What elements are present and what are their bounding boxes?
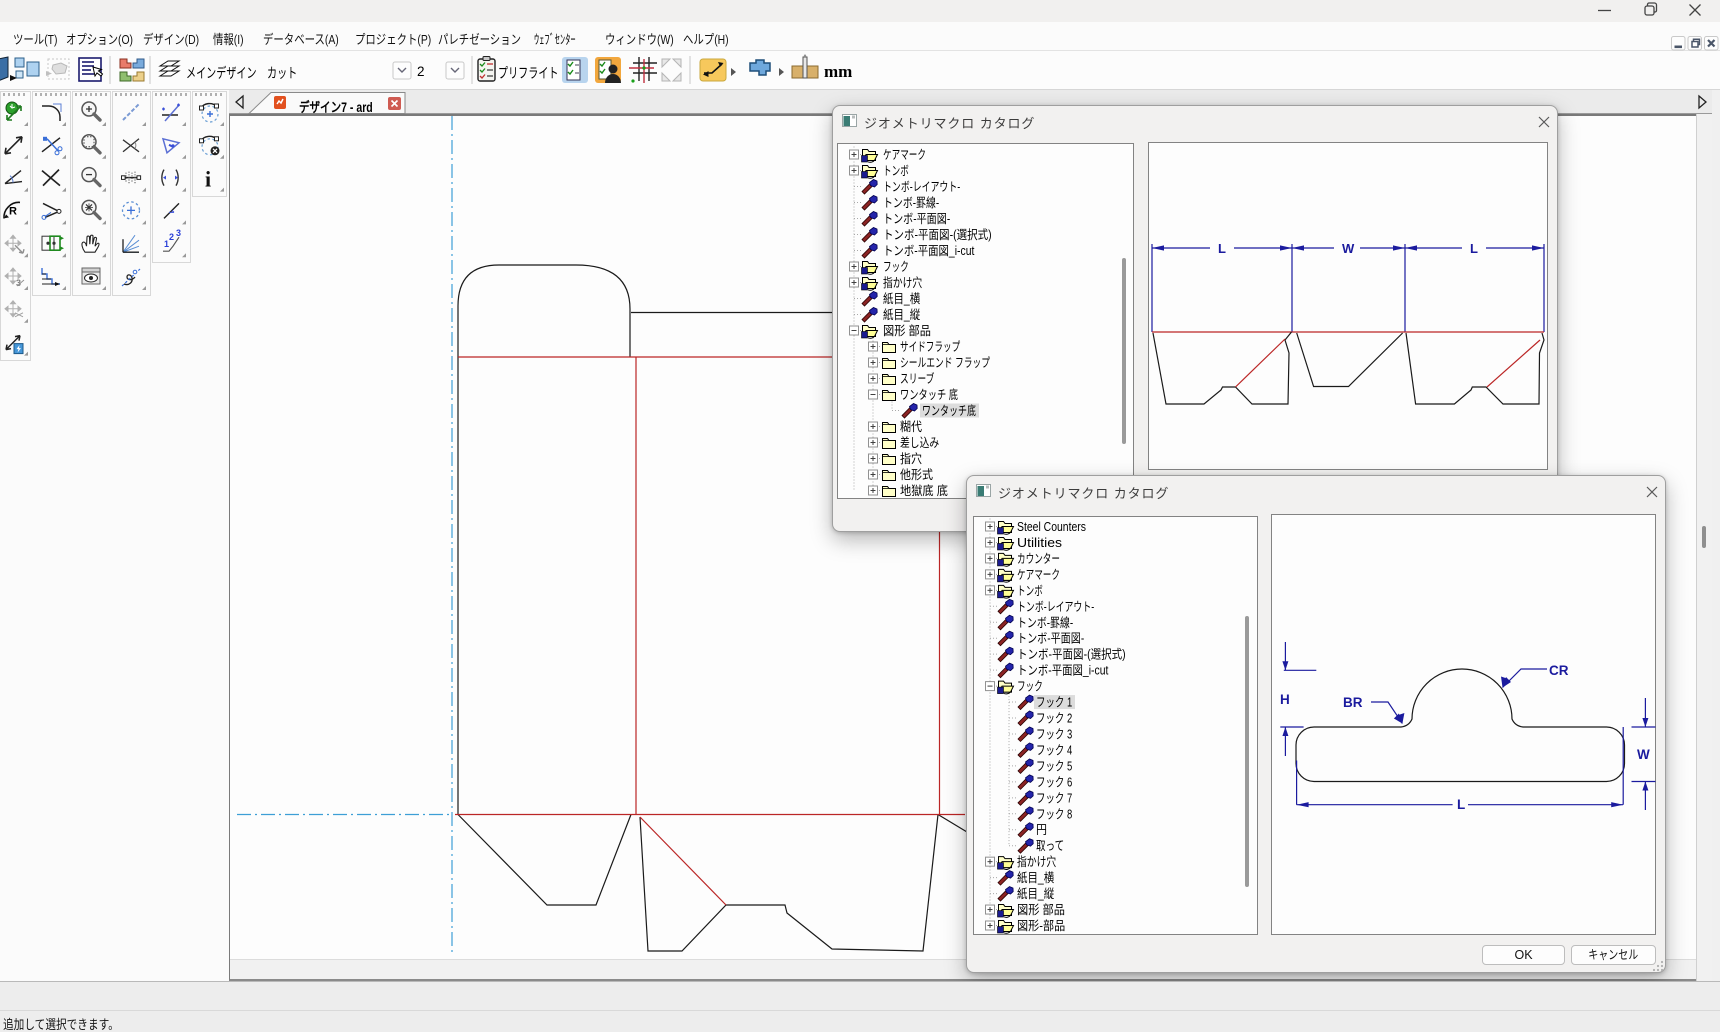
svg-text:トンボ-平面図-(選択式): トンボ-平面図-(選択式) [883, 228, 992, 242]
svg-text:トンボ-レイアウト-: トンボ-レイアウト- [1017, 600, 1094, 614]
svg-text:シールエンド フラップ: シールエンド フラップ [900, 356, 990, 370]
svg-text:BR: BR [1343, 695, 1363, 710]
svg-text:2: 2 [417, 64, 425, 79]
svg-text:図形 部品: 図形 部品 [883, 323, 931, 338]
svg-text:紙目_横: 紙目_横 [1017, 870, 1055, 885]
svg-text:地獄底 底: 地獄底 底 [900, 483, 948, 498]
svg-text:差し込み: 差し込み [900, 436, 939, 450]
svg-text:フック 7: フック 7 [1036, 791, 1072, 805]
svg-text:ケアマーク: ケアマーク [1017, 568, 1060, 582]
svg-text:紙目_縦: 紙目_縦 [1017, 886, 1055, 901]
svg-text:ワンタッチ底: ワンタッチ底 [922, 403, 976, 418]
svg-text:スリーブ: スリーブ [900, 371, 935, 386]
svg-text:フック 2: フック 2 [1036, 712, 1072, 726]
svg-text:フック: フック [883, 260, 909, 274]
svg-text:指穴: 指穴 [900, 451, 922, 466]
svg-text:指かけ穴: 指かけ穴 [883, 275, 923, 290]
svg-text:糊代: 糊代 [900, 419, 922, 434]
svg-text:フック: フック [1017, 680, 1043, 694]
svg-text:紙目_縦: 紙目_縦 [883, 307, 921, 322]
svg-text:フック 3: フック 3 [1036, 727, 1072, 741]
svg-text:トンボ-レイアウト-: トンボ-レイアウト- [883, 180, 960, 194]
svg-text:図形-部品: 図形-部品 [1017, 918, 1065, 933]
svg-text:Utilities: Utilities [1017, 536, 1062, 550]
svg-text:ケアマーク: ケアマーク [883, 148, 926, 162]
svg-text:トンボ: トンボ [883, 164, 909, 178]
svg-text:フック 6: フック 6 [1036, 775, 1072, 789]
svg-text:トンボ-平面図-(選択式): トンボ-平面図-(選択式) [1017, 648, 1126, 662]
svg-text:サイドフラップ: サイドフラップ [900, 340, 961, 354]
svg-text:3: 3 [176, 228, 181, 238]
svg-text:H: H [1280, 692, 1290, 707]
svg-text:ワンタッチ 底: ワンタッチ 底 [900, 387, 958, 402]
svg-text:紙目_横: 紙目_横 [883, 291, 921, 306]
svg-text:トンボ-平面図-: トンボ-平面図- [1017, 632, 1084, 646]
svg-text:フック 1: フック 1 [1036, 696, 1072, 710]
svg-text:フック 4: フック 4 [1036, 743, 1072, 757]
svg-text:トンボ-罫線-: トンボ-罫線- [883, 195, 939, 210]
svg-text:L: L [1218, 241, 1226, 256]
svg-text:R: R [9, 205, 17, 217]
svg-text:トンボ-平面図_i-cut: トンボ-平面図_i-cut [883, 244, 975, 258]
svg-text:W: W [1637, 747, 1650, 762]
svg-text:L: L [1470, 241, 1478, 256]
svg-text:i: i [205, 167, 211, 192]
svg-text:トンボ: トンボ [1017, 584, 1043, 598]
svg-text:Steel Counters: Steel Counters [1017, 520, 1086, 534]
svg-text:取って: 取って [1036, 839, 1064, 853]
svg-text:CR: CR [1549, 663, 1569, 678]
svg-text:2: 2 [169, 232, 174, 242]
svg-text:W: W [1342, 241, 1355, 256]
svg-text:トンボ-平面図-: トンボ-平面図- [883, 212, 950, 226]
svg-text:トンボ-罫線-: トンボ-罫線- [1017, 615, 1073, 630]
svg-text:mm: mm [824, 62, 852, 81]
svg-text:図形 部品: 図形 部品 [1017, 902, 1065, 917]
svg-text:フック 8: フック 8 [1036, 807, 1072, 821]
svg-text:フック 5: フック 5 [1036, 759, 1072, 773]
svg-text:他形式: 他形式 [900, 468, 933, 482]
svg-text:L: L [1457, 797, 1465, 812]
svg-text:円: 円 [1036, 823, 1047, 837]
svg-text:トンボ-平面図_i-cut: トンボ-平面図_i-cut [1017, 664, 1109, 678]
svg-text:指かけ穴: 指かけ穴 [1017, 854, 1057, 869]
svg-text:カウンター: カウンター [1017, 552, 1060, 566]
